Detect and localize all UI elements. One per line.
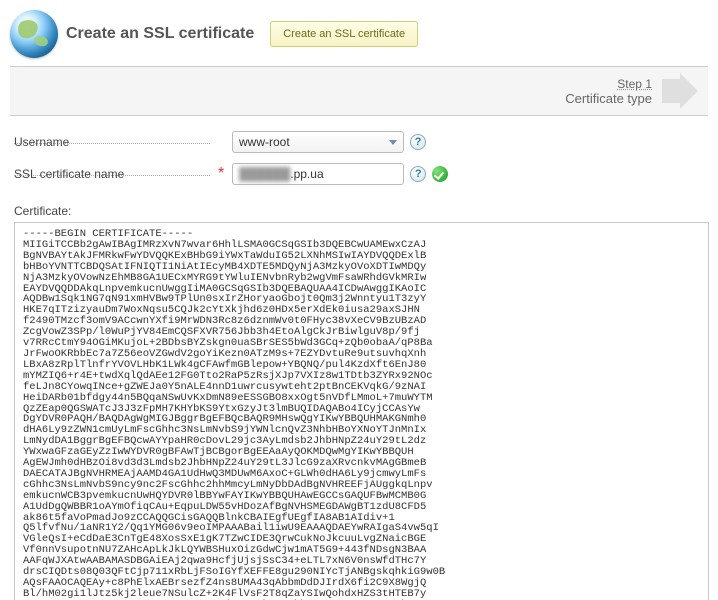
row-username: Username www-root ?: [14, 130, 708, 154]
step-bar: Step 1 Certificate type: [10, 66, 708, 116]
step-title-link[interactable]: Step 1: [565, 77, 652, 91]
certname-label-text: SSL certificate name: [14, 167, 128, 181]
certname-ok-icon: [432, 166, 448, 182]
caret-down-icon: [389, 140, 397, 145]
certname-input[interactable]: ██████ .pp.ua: [232, 163, 404, 185]
username-select-value: www-root: [239, 135, 290, 149]
certificate-form: Username www-root ? SSL certificate name…: [10, 116, 708, 198]
create-certificate-button[interactable]: Create an SSL certificate: [270, 21, 418, 47]
certificate-textarea[interactable]: -----BEGIN CERTIFICATE----- MIIGiTCCBb2g…: [14, 222, 709, 600]
certificate-body: -----BEGIN CERTIFICATE----- MIIGiTCCBb2g…: [23, 229, 700, 600]
certname-help-icon[interactable]: ?: [410, 166, 426, 182]
certificate-field-label: Certificate:: [14, 204, 708, 218]
username-select[interactable]: www-root: [232, 131, 404, 153]
username-help-icon[interactable]: ?: [410, 134, 426, 150]
certname-suffix: .pp.ua: [290, 167, 323, 181]
row-certname: SSL certificate name * ██████ .pp.ua ?: [14, 162, 708, 186]
username-label: Username: [14, 135, 210, 149]
certname-label: SSL certificate name: [14, 167, 210, 181]
next-step-arrow-icon: [662, 73, 698, 109]
certname-blurred-part: ██████: [239, 167, 290, 181]
globe-icon: [10, 10, 58, 58]
page-heading: Create an SSL certificate Create an SSL …: [10, 10, 708, 58]
step-subtitle: Certificate type: [565, 91, 652, 106]
username-label-text: Username: [14, 135, 73, 149]
page-root: Create an SSL certificate Create an SSL …: [0, 0, 718, 600]
step-text: Step 1 Certificate type: [565, 77, 652, 106]
page-title: Create an SSL certificate: [66, 25, 254, 43]
